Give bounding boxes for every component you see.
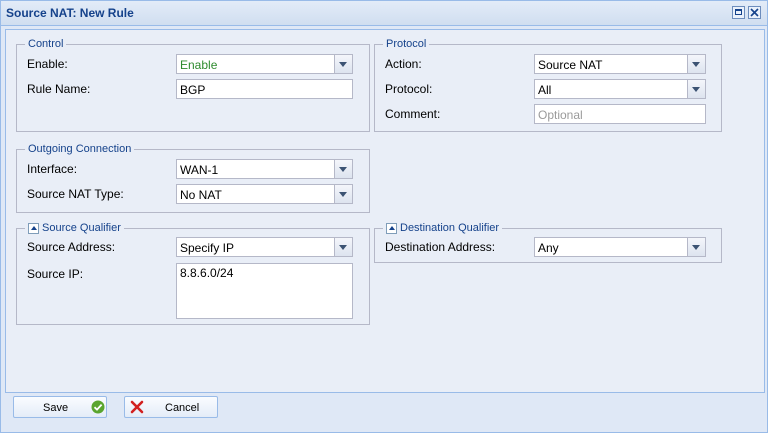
source-qualifier-fieldset: Source Qualifier Source Address: Specify… <box>16 221 370 325</box>
action-label: Action: <box>385 57 422 71</box>
save-button[interactable]: Save <box>13 396 107 418</box>
window-titlebar[interactable]: Source NAT: New Rule <box>1 1 767 26</box>
destination-address-select[interactable]: Any <box>534 237 706 257</box>
rule-name-label: Rule Name: <box>27 82 91 96</box>
window-title: Source NAT: New Rule <box>6 6 134 20</box>
action-select[interactable]: Source NAT <box>534 54 706 74</box>
collapse-icon[interactable] <box>28 222 39 234</box>
nat-type-label: Source NAT Type: <box>27 187 124 201</box>
check-icon <box>91 400 105 417</box>
destination-qualifier-fieldset: Destination Qualifier Destination Addres… <box>374 221 722 263</box>
chevron-down-icon[interactable] <box>687 55 705 73</box>
nat-type-value: No NAT <box>180 188 222 202</box>
interface-value: WAN-1 <box>180 163 219 177</box>
interface-label: Interface: <box>27 162 78 176</box>
protocol-select[interactable]: All <box>534 79 706 99</box>
enable-value: Enable <box>180 58 218 72</box>
source-address-value: Specify IP <box>180 241 235 255</box>
destination-address-label: Destination Address: <box>385 240 496 254</box>
form-body: Control Enable: Enable Rule Name: BGP Pr… <box>5 29 765 393</box>
protocol-value: All <box>538 83 552 97</box>
rule-name-input[interactable]: BGP <box>176 79 353 99</box>
protocol-fieldset: Protocol Action: Source NAT Protocol: Al… <box>374 37 722 132</box>
source-ip-textarea[interactable]: 8.8.6.0/24 <box>176 263 353 319</box>
cancel-button[interactable]: Cancel <box>124 396 218 418</box>
outgoing-fieldset: Outgoing Connection Interface: WAN-1 Sou… <box>16 142 370 213</box>
close-icon[interactable] <box>748 6 761 19</box>
source-ip-label: Source IP: <box>27 267 84 281</box>
enable-select[interactable]: Enable <box>176 54 353 74</box>
chevron-down-icon[interactable] <box>334 160 352 178</box>
interface-select[interactable]: WAN-1 <box>176 159 353 179</box>
source-qualifier-legend: Source Qualifier <box>42 222 121 234</box>
protocol-label: Protocol: <box>385 82 433 96</box>
destination-address-value: Any <box>538 241 559 255</box>
outgoing-legend: Outgoing Connection <box>28 143 132 155</box>
enable-label: Enable: <box>27 57 68 71</box>
control-legend: Control <box>28 38 64 50</box>
action-value: Source NAT <box>538 58 603 72</box>
dialog-footer: Save Cancel <box>5 393 763 427</box>
cross-icon <box>130 400 144 417</box>
destination-qualifier-legend: Destination Qualifier <box>400 222 500 234</box>
nat-type-select[interactable]: No NAT <box>176 184 353 204</box>
source-address-select[interactable]: Specify IP <box>176 237 353 257</box>
comment-input[interactable]: Optional <box>534 104 706 124</box>
maximize-icon[interactable] <box>732 6 745 19</box>
cancel-button-label: Cancel <box>165 402 200 414</box>
comment-label: Comment: <box>385 107 441 121</box>
control-fieldset: Control Enable: Enable Rule Name: BGP <box>16 37 370 132</box>
save-button-label: Save <box>43 402 69 414</box>
chevron-down-icon[interactable] <box>334 185 352 203</box>
source-address-label: Source Address: <box>27 240 116 254</box>
collapse-icon[interactable] <box>386 222 397 234</box>
chevron-down-icon[interactable] <box>687 238 705 256</box>
chevron-down-icon[interactable] <box>334 238 352 256</box>
nat-rule-dialog: Source NAT: New Rule Control Enable: Ena… <box>0 0 768 433</box>
chevron-down-icon[interactable] <box>687 80 705 98</box>
chevron-down-icon[interactable] <box>334 55 352 73</box>
protocol-legend: Protocol <box>386 38 427 50</box>
